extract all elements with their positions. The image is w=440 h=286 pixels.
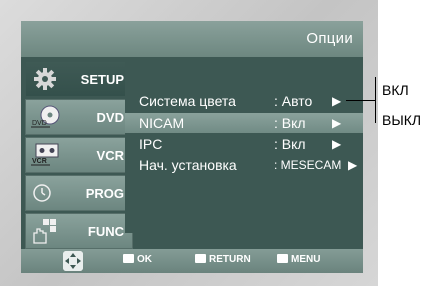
menu-key-icon	[277, 254, 288, 263]
menu-item-label: NICAM	[139, 115, 185, 131]
return-label: RETURN	[209, 254, 251, 265]
tab-dvd[interactable]: DVD DVD	[25, 99, 133, 135]
arrow-right-icon: ▶	[332, 116, 342, 130]
osd-title: Опции	[306, 30, 353, 47]
ok-label: OK	[137, 254, 152, 265]
callout-bracket	[375, 77, 376, 123]
callout-pointer	[346, 100, 376, 101]
menu-item-label: Нач. установка	[139, 157, 237, 173]
menu-row-ipc[interactable]: IPC : Вкл ▶	[125, 134, 363, 154]
ok-hint: OK	[123, 254, 152, 265]
options-menu: Система цвета : Авто ▶ NICAM : Вкл ▶ IPC…	[125, 61, 363, 233]
tab-setup[interactable]: SETUP	[25, 61, 133, 97]
vcr-icon: VCR	[31, 143, 59, 166]
menu-item-value: : Вкл	[274, 136, 306, 152]
osd-footer: OK RETURN MENU	[21, 249, 363, 273]
menu-row-color-system[interactable]: Система цвета : Авто ▶	[125, 91, 363, 111]
osd-screen: Опции SETUP DVD DVD VCR VCR PROG FUNC Си…	[21, 21, 363, 273]
menu-item-label: Система цвета	[139, 93, 236, 109]
menu-row-initial-setup[interactable]: Нач. установка : MESECAM ▶	[125, 155, 363, 175]
menu-item-value: : MESECAM	[274, 158, 342, 172]
tab-column: SETUP DVD DVD VCR VCR PROG FUNC	[25, 61, 133, 251]
gear-icon	[34, 68, 56, 90]
tab-label: DVD	[96, 110, 124, 125]
osd-header: Опции	[21, 21, 363, 57]
tab-prog[interactable]: PROG	[25, 175, 133, 211]
menu-item-value: : Вкл	[274, 115, 306, 131]
menu-hint: MENU	[277, 254, 320, 265]
vcr-icon-text: VCR	[32, 158, 47, 165]
tab-label: FUNC	[87, 224, 124, 239]
tab-label: SETUP	[80, 72, 124, 87]
tab-label: VCR	[96, 148, 124, 163]
clock-icon	[33, 184, 51, 202]
arrow-right-icon: ▶	[348, 158, 358, 172]
menu-item-value: : Авто	[274, 93, 313, 109]
enter-key-icon	[123, 254, 134, 263]
arrow-right-icon: ▶	[332, 94, 342, 108]
menu-row-nicam[interactable]: NICAM : Вкл ▶	[125, 113, 363, 133]
menu-label: MENU	[291, 254, 321, 265]
callout-option-on: ВКЛ	[382, 82, 409, 98]
return-hint: RETURN	[195, 254, 251, 265]
callout-option-off: ВЫКЛ	[382, 112, 422, 128]
menu-item-label: IPC	[139, 136, 163, 152]
remote-hand-icon	[33, 219, 56, 244]
tab-label: PROG	[85, 186, 124, 201]
dvd-disc-icon: DVD	[31, 105, 60, 128]
navigation-arrows-icon	[63, 251, 83, 271]
tab-vcr[interactable]: VCR VCR	[25, 137, 133, 173]
return-key-icon	[195, 254, 206, 263]
tab-func[interactable]: FUNC	[25, 213, 133, 249]
arrow-right-icon: ▶	[332, 137, 342, 151]
dvd-icon-text: DVD	[32, 120, 47, 127]
